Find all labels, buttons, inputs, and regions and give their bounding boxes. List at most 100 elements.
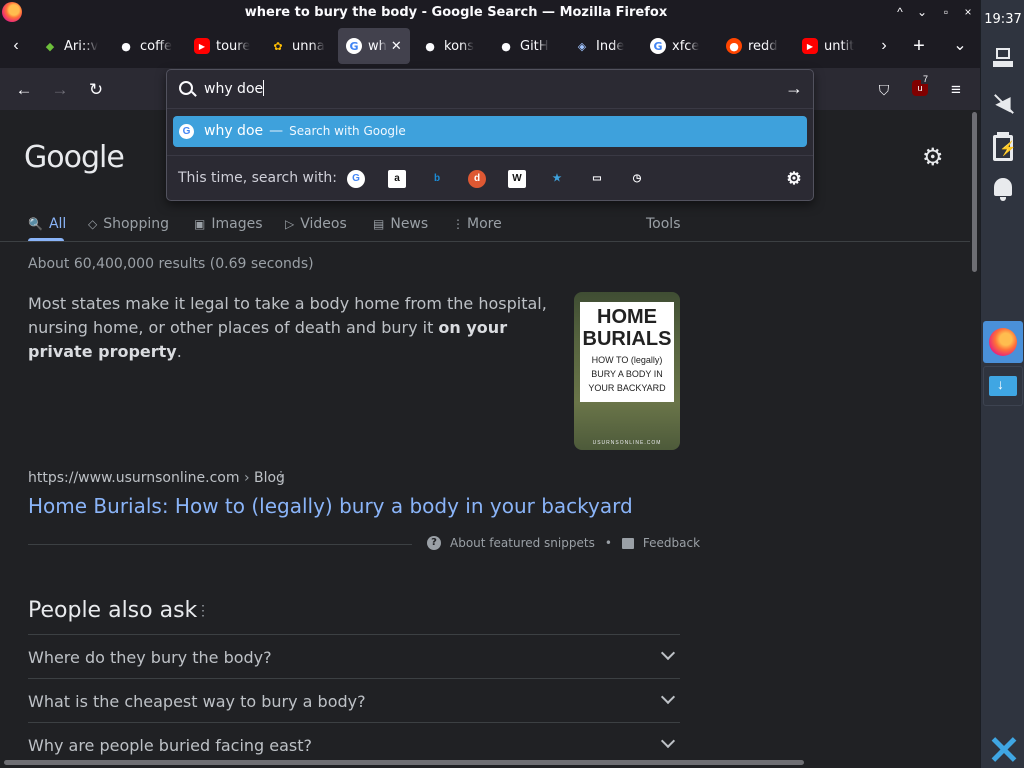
bookmarks-engine-icon[interactable]: ★ [548, 170, 566, 188]
news-icon: ▤ [373, 217, 385, 231]
tab-videos[interactable]: ▷ Videos [285, 212, 347, 236]
feedback-link[interactable]: Feedback [643, 536, 700, 550]
tab-bar: ‹ ◆ Ari::v ● coffe ▶ toure ✿ unna Gwh ✕ ● kons ● GitH… [0, 24, 980, 68]
go-arrow-icon[interactable]: → [785, 78, 803, 99]
result-title-link[interactable]: Home Burials: How to (legally) bury a bo… [28, 494, 633, 518]
browser-tab[interactable]: Gwh ✕ [338, 28, 410, 64]
urlbar-input[interactable]: why doe [204, 80, 265, 97]
browser-tab[interactable]: ◆ Ari::v [34, 28, 106, 64]
browser-tab[interactable]: ● kons [414, 28, 486, 64]
tools-button[interactable]: Tools [646, 212, 681, 236]
people-also-ask-title: People also ask [28, 598, 198, 623]
browser-tab[interactable]: Gxfce [642, 28, 714, 64]
pocket-icon[interactable]: ⛉ [870, 76, 898, 104]
taskbar-downloads-button[interactable]: ↓ [983, 366, 1023, 406]
result-source[interactable]: https://www.usurnsonline.com › Blog [28, 470, 285, 486]
search-type-tabs: 🔍 All ◇ Shopping ▣ Images ▷ Videos ▤ New… [0, 210, 970, 242]
firefox-icon [989, 328, 1017, 356]
panel-clock[interactable]: 19:37 [981, 12, 1024, 27]
download-arrow-icon: ↓ [997, 376, 1004, 392]
network-icon[interactable] [991, 46, 1015, 70]
browser-tab[interactable]: ▶ untit [794, 28, 866, 64]
window-titlebar: where to bury the body - Google Search —… [0, 0, 980, 24]
tab-scroll-right-button[interactable]: › [870, 28, 898, 64]
result-stats: About 60,400,000 results (0.69 seconds) [28, 256, 314, 272]
notification-bell-icon[interactable] [991, 176, 1015, 201]
taskbar-firefox-button[interactable] [983, 321, 1023, 363]
window-minimize-button[interactable]: ⌄ [913, 3, 931, 21]
about-snippets-link[interactable]: About featured snippets [450, 536, 595, 550]
battery-charging-icon[interactable]: ⚡ [991, 132, 1016, 161]
paa-question[interactable]: Where do they bury the body? [28, 634, 680, 678]
close-tab-icon[interactable]: ✕ [391, 39, 402, 54]
volume-muted-icon[interactable]: ◀ [991, 92, 1015, 116]
browser-tab[interactable]: ● GitH [490, 28, 562, 64]
tab-more[interactable]: ⋮ More [452, 212, 502, 236]
desktop-panel: 19:37 ◀ ⚡ ↓ [980, 0, 1024, 768]
search-suggestion[interactable]: G why doe — Search with Google [173, 116, 807, 147]
app-menu-button[interactable]: ≡ [942, 76, 970, 104]
browser-tab-label: coffe [140, 38, 173, 54]
paa-menu-icon[interactable]: ⋮ [196, 602, 210, 619]
reload-button[interactable]: ↻ [82, 76, 110, 104]
paa-question[interactable]: What is the cheapest way to bury a body? [28, 678, 680, 722]
vertical-scrollbar[interactable] [970, 110, 980, 758]
tab-images[interactable]: ▣ Images [194, 212, 262, 236]
back-button[interactable]: ← [10, 76, 38, 104]
browser-tab-label: xfce [672, 38, 700, 54]
browser-tab[interactable]: ● redd [718, 28, 790, 64]
tab-news[interactable]: ▤ News [373, 212, 428, 236]
paa-question[interactable]: Why are people buried facing east? [28, 722, 680, 758]
settings-gear-icon[interactable]: ⚙ [922, 146, 946, 170]
browser-tab[interactable]: ▶ toure [186, 28, 258, 64]
search-settings-gear-icon[interactable]: ⚙ [785, 170, 803, 188]
suggestion-engine: Search with Google [289, 124, 406, 138]
featured-snippet-thumbnail[interactable]: HOME BURIALS HOW TO (legally) BURY A BOD… [574, 292, 680, 450]
amazon-engine-icon[interactable]: a [388, 170, 406, 188]
help-icon: ? [427, 536, 441, 550]
window-shade-button[interactable]: ^ [891, 3, 909, 21]
oneoff-label: This time, search with: [178, 170, 337, 186]
tab-all[interactable]: 🔍 All [28, 212, 66, 236]
horizontal-scroll-thumb[interactable] [4, 760, 804, 765]
google-icon: G [179, 124, 194, 139]
featured-snippet-text: Most states make it legal to take a body… [28, 292, 558, 364]
urlbar[interactable]: why doe → [167, 70, 813, 108]
wikipedia-engine-icon[interactable]: W [508, 170, 526, 188]
browser-tab-label: toure [216, 38, 251, 54]
github-icon: ● [121, 39, 131, 53]
browser-tab[interactable]: ◈ Inde [566, 28, 638, 64]
tab-shopping[interactable]: ◇ Shopping [88, 212, 169, 236]
google-engine-icon[interactable]: G [347, 170, 365, 188]
xfce-menu-icon[interactable] [989, 734, 1019, 764]
thumbnail-line3: HOW TO (legally) [591, 355, 663, 365]
google-logo[interactable]: Google [24, 140, 125, 175]
tabs-engine-icon[interactable]: ▭ [588, 170, 606, 188]
horizontal-scrollbar[interactable] [0, 758, 980, 768]
chevron-down-icon [660, 691, 676, 707]
forward-button[interactable]: → [46, 76, 74, 104]
divider [28, 544, 412, 545]
list-all-tabs-button[interactable]: ⌄ [946, 28, 974, 64]
arch-icon: ◆ [45, 39, 55, 53]
browser-tab[interactable]: ● coffe [110, 28, 182, 64]
window-title: where to bury the body - Google Search —… [244, 4, 668, 20]
bing-engine-icon[interactable]: b [428, 170, 446, 188]
new-tab-button[interactable]: + [905, 28, 933, 64]
separator-dot: • [604, 536, 612, 550]
youtube-icon: ▶ [802, 38, 818, 54]
suggestion-dash: — [269, 123, 284, 139]
browser-tab-label: kons [444, 38, 475, 54]
thumbnail-footer: USURNSONLINE.COM [592, 440, 662, 446]
duckduckgo-engine-icon[interactable]: d [468, 170, 486, 188]
urlbar-dropdown: why doe → G why doe — Search with Google T… [166, 69, 814, 201]
browser-tab-label: Inde [596, 38, 625, 54]
history-engine-icon[interactable]: ◷ [628, 170, 646, 188]
vertical-scroll-thumb[interactable] [972, 112, 977, 272]
active-tab-indicator [28, 238, 64, 241]
result-menu-icon[interactable]: ⋮ [274, 468, 288, 485]
window-maximize-button[interactable]: ▫ [937, 3, 955, 21]
browser-tab[interactable]: ✿ unna [262, 28, 334, 64]
window-close-button[interactable]: × [959, 3, 977, 21]
tab-scroll-left-button[interactable]: ‹ [2, 28, 30, 64]
